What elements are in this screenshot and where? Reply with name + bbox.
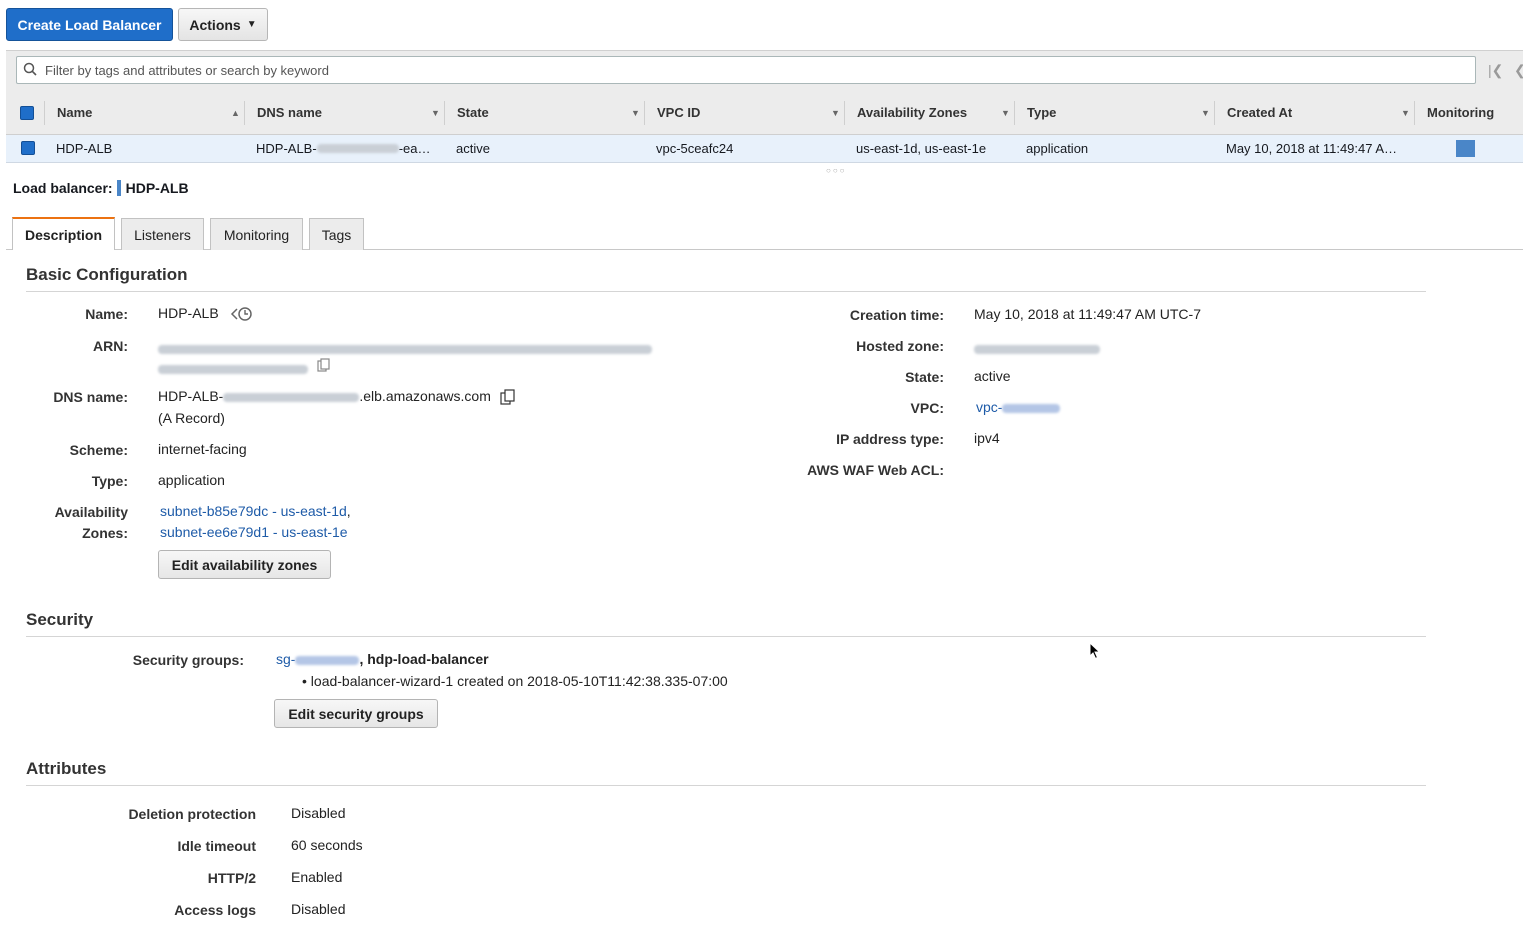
- dns-record-type: (A Record): [158, 410, 225, 426]
- type-label: Type:: [91, 473, 128, 489]
- security-group-link[interactable]: sg-: [276, 651, 360, 667]
- dns-name-value: HDP-ALB- .elb.amazonaws.com: [158, 388, 516, 405]
- waf-label: AWS WAF Web ACL:: [807, 462, 944, 478]
- actions-label: Actions: [189, 16, 241, 33]
- cell-name: HDP-ALB: [56, 141, 113, 156]
- cell-vpc-id: vpc-5ceafc24: [656, 141, 734, 156]
- tab-monitoring[interactable]: Monitoring: [210, 218, 303, 250]
- scheme-value: internet-facing: [158, 441, 247, 457]
- column-vpc-id[interactable]: VPC ID: [657, 91, 700, 134]
- copy-icon[interactable]: [317, 358, 331, 372]
- chevron-down-icon[interactable]: ▼: [431, 108, 440, 118]
- edit-availability-zones-button[interactable]: Edit availability zones: [158, 550, 331, 579]
- tab-tags[interactable]: Tags: [309, 218, 364, 250]
- actions-button[interactable]: Actions ▼: [178, 8, 268, 41]
- first-page-icon[interactable]: |❮: [1488, 62, 1503, 79]
- dns-name-label: DNS name:: [53, 389, 128, 405]
- chevron-down-icon[interactable]: ▼: [631, 108, 640, 118]
- tab-listeners[interactable]: Listeners: [121, 218, 204, 250]
- column-monitoring[interactable]: Monitoring: [1427, 91, 1494, 134]
- security-heading: Security: [26, 610, 94, 629]
- arn-label: ARN:: [93, 338, 128, 354]
- type-value: application: [158, 472, 225, 488]
- column-name[interactable]: Name: [57, 91, 92, 134]
- hosted-zone-label: Hosted zone:: [856, 338, 944, 354]
- search-placeholder: Filter by tags and attributes or search …: [45, 62, 329, 78]
- cell-availability-zones: us-east-1d, us-east-1e: [856, 141, 987, 156]
- scheme-label: Scheme:: [69, 442, 128, 458]
- copy-icon[interactable]: [500, 389, 516, 405]
- cell-dns-suffix: -ea…: [398, 141, 431, 156]
- state-value: active: [974, 368, 1011, 384]
- select-all-checkbox[interactable]: [20, 106, 34, 120]
- ip-address-type-label: IP address type:: [836, 431, 944, 447]
- column-created-at[interactable]: Created At: [1227, 91, 1292, 134]
- security-group-name: , hdp-load-balancer: [359, 651, 489, 667]
- subnet-link-1[interactable]: subnet-b85e79dc - us-east-1d: [160, 503, 347, 519]
- cell-dns-prefix: HDP-ALB-: [256, 141, 317, 156]
- attr-label-idle-timeout: Idle timeout: [177, 838, 256, 854]
- vpc-link[interactable]: vpc-: [976, 399, 1061, 415]
- detail-title-value: HDP-ALB: [125, 180, 189, 196]
- subnet-link-2[interactable]: subnet-ee6e79d1 - us-east-1e: [160, 524, 348, 540]
- edit-security-groups-button[interactable]: Edit security groups: [274, 699, 438, 728]
- create-load-balancer-button[interactable]: Create Load Balancer: [6, 8, 173, 41]
- security-groups-label: Security groups:: [132, 652, 244, 668]
- availability-zones-label-line1: Availability: [54, 504, 128, 520]
- row-checkbox[interactable]: [21, 141, 35, 155]
- ip-address-type-value: ipv4: [974, 430, 1000, 446]
- attr-label-deletion-protection: Deletion protection: [128, 806, 256, 822]
- mouse-cursor-icon: [1089, 642, 1101, 660]
- chevron-down-icon[interactable]: ▼: [1001, 108, 1010, 118]
- detail-title-label: Load balancer:: [13, 180, 113, 196]
- sort-asc-icon[interactable]: ▲: [231, 108, 240, 118]
- column-availability-zones[interactable]: Availability Zones: [857, 91, 967, 134]
- creation-time-label: Creation time:: [849, 307, 944, 323]
- tab-description[interactable]: Description: [12, 217, 115, 250]
- monitoring-icon[interactable]: [1456, 140, 1475, 157]
- table-row[interactable]: HDP-ALB HDP-ALB- -ea… active vpc-5ceafc24…: [6, 135, 1523, 163]
- attr-value-http2: Enabled: [291, 869, 343, 885]
- resize-handle[interactable]: ○○○: [826, 166, 847, 175]
- cell-type: application: [1026, 141, 1089, 156]
- search-input[interactable]: Filter by tags and attributes or search …: [16, 56, 1476, 84]
- chevron-down-icon[interactable]: ▼: [1201, 108, 1210, 118]
- attr-value-deletion-protection: Disabled: [291, 805, 346, 821]
- prev-page-icon[interactable]: ❮: [1514, 62, 1523, 79]
- cell-created-at: May 10, 2018 at 11:49:47 A…: [1226, 141, 1398, 156]
- detail-title: Load balancer: HDP-ALB: [13, 180, 189, 197]
- name-value: HDP-ALB: [158, 305, 255, 322]
- name-label: Name:: [85, 306, 128, 322]
- cell-state: active: [456, 141, 490, 156]
- security-group-value: sg-, hdp-load-balancer: [276, 651, 489, 667]
- chevron-down-icon[interactable]: ▼: [831, 108, 840, 118]
- availability-zone-1: subnet-b85e79dc - us-east-1d,: [160, 503, 351, 519]
- chevron-down-icon: ▼: [246, 19, 257, 30]
- vpc-label: VPC:: [910, 400, 944, 416]
- hosted-zone-value-redacted: [974, 340, 1100, 356]
- arn-value-redacted: [158, 340, 652, 374]
- basic-config-heading: Basic Configuration: [26, 265, 188, 284]
- state-label: State:: [905, 369, 944, 385]
- attributes-heading: Attributes: [26, 759, 107, 778]
- column-type[interactable]: Type: [1027, 91, 1056, 134]
- attr-label-http2: HTTP/2: [207, 870, 256, 886]
- column-dns-name[interactable]: DNS name: [257, 91, 322, 134]
- availability-zones-label-line2: Zones:: [82, 525, 128, 541]
- cell-dns-name: HDP-ALB- -ea…: [256, 135, 430, 162]
- attr-value-idle-timeout: 60 seconds: [291, 837, 363, 853]
- attr-label-access-logs: Access logs: [174, 902, 256, 918]
- attr-value-access-logs: Disabled: [291, 901, 346, 917]
- column-state[interactable]: State: [457, 91, 489, 134]
- chevron-down-icon[interactable]: ▼: [1401, 108, 1410, 118]
- table-header: Name ▲ DNS name ▼ State ▼ VPC ID ▼ Avail…: [6, 91, 1523, 135]
- creation-time-value: May 10, 2018 at 11:49:47 AM UTC-7: [974, 306, 1201, 322]
- search-icon: [23, 62, 37, 76]
- security-group-description: • load-balancer-wizard-1 created on 2018…: [302, 673, 728, 689]
- history-icon[interactable]: [229, 306, 255, 322]
